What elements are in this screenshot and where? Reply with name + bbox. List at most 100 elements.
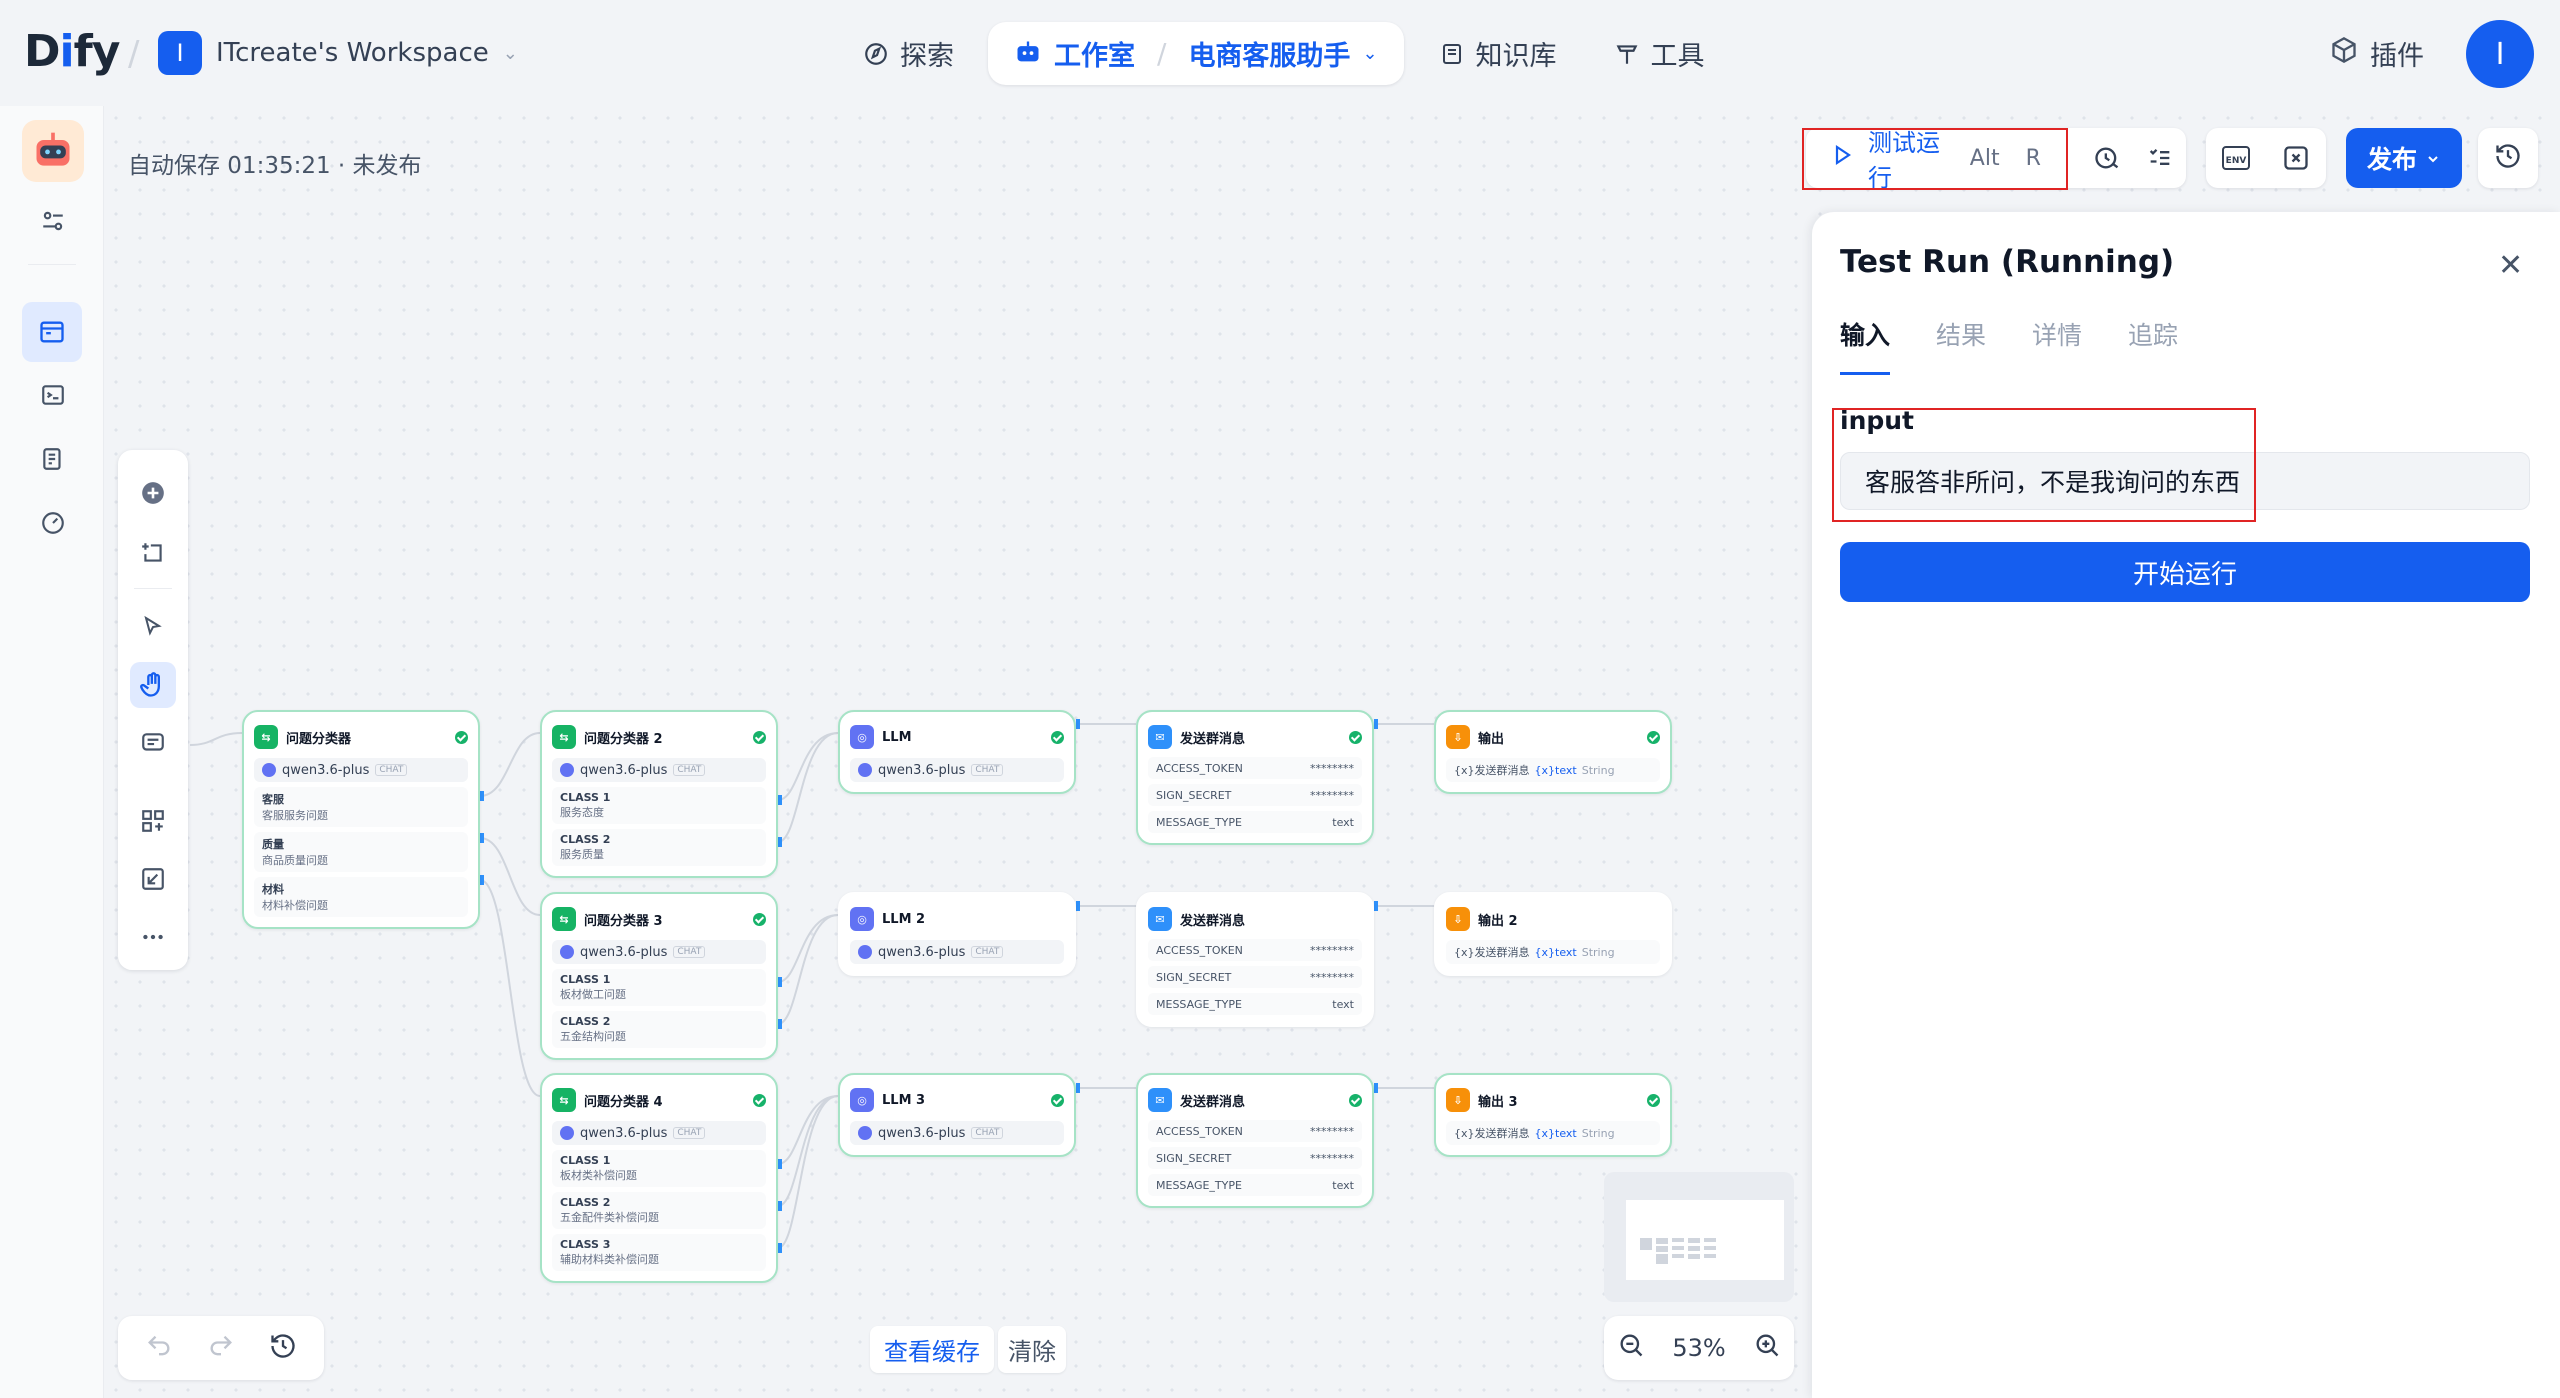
model-name: qwen3.6-plus bbox=[878, 762, 966, 778]
llm-node[interactable]: ◎ LLM qwen3.6-plus CHAT bbox=[838, 710, 1076, 794]
conversation-variables-icon[interactable] bbox=[2266, 128, 2326, 188]
test-run-button[interactable]: 测试运行 Alt R bbox=[1806, 128, 2071, 192]
version-history-button[interactable] bbox=[2478, 128, 2538, 188]
class-description: 板材做工问题 bbox=[560, 988, 626, 1001]
param-value: ******** bbox=[1310, 970, 1354, 984]
output-variable: {x}text bbox=[1534, 763, 1577, 777]
run-history-icon[interactable] bbox=[2081, 128, 2134, 188]
output-type: String bbox=[1581, 1126, 1615, 1140]
class-item: CLASS 2 五金配件类补偿问题 bbox=[552, 1192, 766, 1229]
nav-tools-label: 工具 bbox=[1650, 41, 1705, 72]
question-classifier-4-node[interactable]: ⇆ 问题分类器 4 qwen3.6-plus CHAT CLASS 1 板材类补偿问… bbox=[540, 1073, 778, 1283]
orchestrate-icon[interactable] bbox=[22, 302, 82, 362]
shortcut-r: R bbox=[2025, 145, 2041, 171]
close-icon[interactable]: ✕ bbox=[2498, 248, 2523, 283]
question-classifier-node[interactable]: ⇆ 问题分类器 qwen3.6-plus CHAT 客服 客服服务问题 质量 商品质量… bbox=[242, 710, 480, 929]
param-value: ******** bbox=[1310, 1124, 1354, 1138]
add-node-icon[interactable] bbox=[130, 470, 176, 516]
param-value: text bbox=[1332, 815, 1354, 829]
output-type: String bbox=[1581, 763, 1615, 777]
maximize-icon[interactable] bbox=[130, 856, 176, 902]
nav-separator: / bbox=[1157, 37, 1167, 70]
model-selector[interactable]: qwen3.6-plus CHAT bbox=[850, 1121, 1064, 1145]
comment-icon[interactable] bbox=[130, 720, 176, 766]
send-group-message-3-node[interactable]: ✉ 发送群消息 ACCESS_TOKEN ******** SIGN_SECRET… bbox=[1136, 1073, 1374, 1208]
palette-divider bbox=[134, 588, 172, 589]
plugins-button[interactable]: 插件 bbox=[2330, 34, 2424, 73]
model-name: qwen3.6-plus bbox=[580, 1125, 668, 1141]
llm-3-node[interactable]: ◎ LLM 3 qwen3.6-plus CHAT bbox=[838, 1073, 1076, 1157]
output-variable: {x}text bbox=[1534, 1126, 1577, 1140]
canvas-minimap[interactable] bbox=[1604, 1172, 1794, 1302]
hand-icon[interactable] bbox=[130, 662, 176, 708]
user-avatar[interactable]: I bbox=[2466, 20, 2534, 88]
tab-detail[interactable]: 详情 bbox=[2032, 316, 2082, 375]
compass-icon bbox=[862, 40, 890, 68]
pointer-icon[interactable] bbox=[130, 604, 176, 650]
redo-icon[interactable] bbox=[207, 1332, 235, 1364]
class-description: 五金结构问题 bbox=[560, 1030, 626, 1043]
zoom-in-icon[interactable] bbox=[1753, 1331, 1781, 1365]
start-run-button[interactable]: 开始运行 bbox=[1840, 542, 2530, 602]
question-classifier-2-node[interactable]: ⇆ 问题分类器 2 qwen3.6-plus CHAT CLASS 1 服务态度 C… bbox=[540, 710, 778, 878]
workspace-switcher[interactable]: I ITcreate's Workspace ⌄ bbox=[158, 31, 518, 75]
breadcrumb-separator: / bbox=[128, 34, 140, 74]
question-classifier-3-node[interactable]: ⇆ 问题分类器 3 qwen3.6-plus CHAT CLASS 1 板材做工问题… bbox=[540, 892, 778, 1060]
class-name: 客服 bbox=[262, 793, 284, 806]
dify-logo[interactable]: Dify bbox=[24, 26, 120, 77]
model-selector[interactable]: qwen3.6-plus CHAT bbox=[552, 940, 766, 964]
param-row: ACCESS_TOKEN ******** bbox=[1148, 757, 1362, 779]
model-selector[interactable]: qwen3.6-plus CHAT bbox=[552, 758, 766, 782]
tab-result[interactable]: 结果 bbox=[1936, 316, 1986, 375]
more-options-icon[interactable] bbox=[130, 914, 176, 960]
llm-2-node[interactable]: ◎ LLM 2 qwen3.6-plus CHAT bbox=[838, 892, 1076, 976]
success-check-icon bbox=[1051, 1093, 1064, 1107]
output-node[interactable]: ⇩ 输出 {x}发送群消息 {x}text String bbox=[1434, 710, 1672, 794]
env-variables-button[interactable]: ENV bbox=[2206, 128, 2266, 188]
nav-studio[interactable]: 工作室 / 电商客服助手 ⌄ bbox=[988, 22, 1404, 85]
clear-button[interactable]: 清除 bbox=[998, 1326, 1066, 1373]
param-row: SIGN_SECRET ******** bbox=[1148, 966, 1362, 988]
input-field[interactable] bbox=[1840, 452, 2530, 510]
output-variable-row: {x}发送群消息 {x}text String bbox=[1446, 1121, 1660, 1145]
model-selector[interactable]: qwen3.6-plus CHAT bbox=[254, 758, 468, 782]
tab-tracing[interactable]: 追踪 bbox=[2128, 316, 2178, 375]
gauge-icon[interactable] bbox=[30, 500, 76, 546]
model-selector[interactable]: qwen3.6-plus CHAT bbox=[850, 940, 1064, 964]
zoom-level[interactable]: 53% bbox=[1672, 1334, 1725, 1362]
classifier-icon: ⇆ bbox=[552, 725, 576, 749]
settings-sliders-icon[interactable] bbox=[30, 198, 76, 244]
current-app-name[interactable]: 电商客服助手 bbox=[1188, 34, 1350, 73]
canvas-tool-palette bbox=[118, 450, 188, 970]
terminal-icon[interactable] bbox=[30, 372, 76, 418]
view-cache-button[interactable]: 查看缓存 bbox=[870, 1326, 994, 1373]
organize-blocks-icon[interactable] bbox=[130, 798, 176, 844]
nav-tools[interactable]: 工具 bbox=[1591, 22, 1727, 85]
send-group-message-2-node[interactable]: ✉ 发送群消息 ACCESS_TOKEN ******** SIGN_SECRET… bbox=[1136, 892, 1374, 1027]
model-selector[interactable]: qwen3.6-plus CHAT bbox=[552, 1121, 766, 1145]
publish-button[interactable]: 发布 bbox=[2346, 128, 2462, 188]
history-icon[interactable] bbox=[269, 1332, 297, 1364]
nav-explore[interactable]: 探索 bbox=[840, 22, 976, 85]
class-description: 材料补偿问题 bbox=[262, 899, 328, 912]
publish-label: 发布 bbox=[2366, 145, 2417, 174]
logs-icon[interactable] bbox=[30, 436, 76, 482]
param-key: MESSAGE_TYPE bbox=[1156, 997, 1242, 1011]
minimap-nodes bbox=[1640, 1238, 1716, 1264]
output-2-node[interactable]: ⇩ 输出 2 {x}发送群消息 {x}text String bbox=[1434, 892, 1672, 976]
minimap-viewport[interactable] bbox=[1626, 1200, 1784, 1280]
send-group-message-node[interactable]: ✉ 发送群消息 ACCESS_TOKEN ******** SIGN_SECRET… bbox=[1136, 710, 1374, 845]
tab-input[interactable]: 输入 bbox=[1840, 316, 1891, 375]
checklist-icon[interactable] bbox=[2133, 128, 2186, 188]
add-note-icon[interactable] bbox=[130, 530, 176, 576]
nav-knowledge[interactable]: 知识库 bbox=[1416, 22, 1579, 85]
node-title: 输出 bbox=[1478, 731, 1505, 747]
model-selector[interactable]: qwen3.6-plus CHAT bbox=[850, 758, 1064, 782]
undo-icon[interactable] bbox=[145, 1332, 173, 1364]
app-robot-icon[interactable] bbox=[22, 120, 84, 182]
output-icon: ⇩ bbox=[1446, 907, 1470, 931]
workspace-avatar: I bbox=[158, 31, 202, 75]
output-3-node[interactable]: ⇩ 输出 3 {x}发送群消息 {x}text String bbox=[1434, 1073, 1672, 1157]
node-title: 输出 2 bbox=[1478, 913, 1518, 929]
zoom-out-icon[interactable] bbox=[1617, 1331, 1645, 1365]
